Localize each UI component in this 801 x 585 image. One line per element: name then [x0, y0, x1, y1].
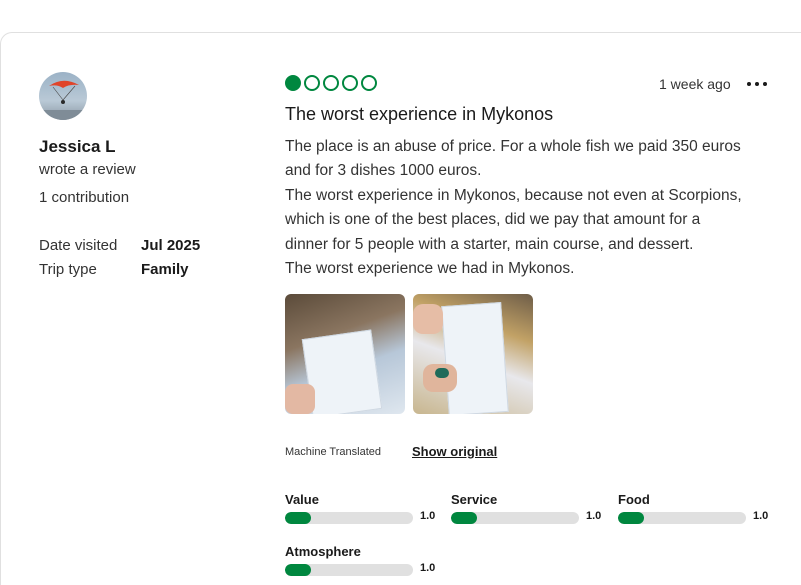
review-body-line: The worst experience we had in Mykonos. — [285, 260, 575, 278]
subrating-fill — [285, 512, 311, 524]
review-action-text: wrote a review — [39, 161, 136, 178]
subrating-fill — [285, 564, 311, 576]
subrating-atmosphere: Atmosphere 1.0 — [285, 544, 455, 584]
rating-bubble-empty — [361, 75, 377, 91]
subrating-score: 1.0 — [753, 510, 769, 522]
trip-type-value: Family — [141, 261, 189, 278]
show-original-link[interactable]: Show original — [412, 444, 497, 459]
review-body-line: which is one of the best places, did we … — [285, 211, 701, 229]
reviewer-name[interactable]: Jessica L — [39, 137, 116, 157]
subrating-score: 1.0 — [420, 510, 436, 522]
rating-bubble-empty — [304, 75, 320, 91]
review-title[interactable]: The worst experience in Mykonos — [285, 104, 553, 125]
subrating-track — [451, 512, 579, 524]
rating-bubble-empty — [342, 75, 358, 91]
rating-bubbles — [285, 75, 377, 91]
review-photo-1[interactable] — [285, 294, 405, 414]
subrating-fill — [451, 512, 477, 524]
review-date: 1 week ago — [659, 76, 731, 92]
rating-bubble-empty — [323, 75, 339, 91]
subrating-label: Service — [451, 492, 498, 507]
subrating-track — [285, 512, 413, 524]
review-body-line: The worst experience in Mykonos, because… — [285, 186, 742, 204]
subrating-service: Service 1.0 — [451, 492, 621, 532]
review-body-line: and for 3 dishes 1000 euros. — [285, 162, 482, 180]
subrating-fill — [618, 512, 644, 524]
subrating-value: Value 1.0 — [285, 492, 455, 532]
review-body-line: The place is an abuse of price. For a wh… — [285, 138, 741, 155]
review-photo-2[interactable] — [413, 294, 533, 414]
subrating-score: 1.0 — [420, 562, 436, 574]
date-visited-value: Jul 2025 — [141, 237, 201, 254]
subrating-score: 1.0 — [586, 510, 602, 522]
subrating-label: Value — [285, 492, 319, 507]
review-body-line: dinner for 5 people with a starter, main… — [285, 235, 694, 253]
rating-bubble-filled — [285, 75, 301, 91]
trip-type-label: Trip type — [39, 261, 97, 278]
subrating-label: Atmosphere — [285, 544, 361, 559]
subrating-food: Food 1.0 — [618, 492, 788, 532]
date-visited-label: Date visited — [39, 237, 118, 254]
review-body: The place is an abuse of price. For a wh… — [285, 135, 785, 281]
machine-translated-label: Machine Translated — [285, 446, 381, 458]
contribution-count: 1 contribution — [39, 189, 130, 206]
subrating-track — [618, 512, 746, 524]
subrating-track — [285, 564, 413, 576]
more-options-icon[interactable] — [745, 74, 769, 94]
subrating-label: Food — [618, 492, 650, 507]
avatar[interactable] — [39, 72, 87, 120]
